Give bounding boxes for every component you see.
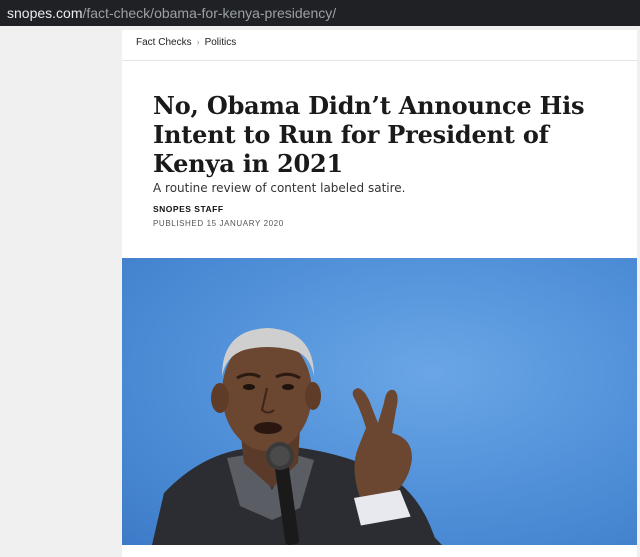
page-continuation (122, 545, 637, 557)
breadcrumb: Fact Checks › Politics (136, 37, 236, 48)
url-path: /fact-check/obama-for-kenya-presidency/ (82, 5, 337, 21)
raised-hand (352, 388, 412, 498)
breadcrumb-separator: › (196, 37, 200, 47)
mouth (254, 422, 282, 434)
page-title: No, Obama Didn’t Announce His Intent to … (153, 91, 585, 178)
url-host: snopes.com (7, 5, 83, 21)
article-subtitle: A routine review of content labeled sati… (153, 181, 406, 195)
breadcrumb-politics[interactable]: Politics (205, 37, 237, 48)
hero-image (122, 258, 637, 545)
right-eye (282, 384, 294, 390)
publish-date: PUBLISHED 15 JANUARY 2020 (153, 219, 284, 228)
header-divider (122, 60, 637, 61)
breadcrumb-fact-checks[interactable]: Fact Checks (136, 37, 192, 48)
hero-photo-illustration (152, 328, 442, 545)
left-ear (211, 383, 229, 413)
left-eye (243, 384, 255, 390)
right-ear (305, 382, 321, 410)
author-byline[interactable]: SNOPES STAFF (153, 204, 224, 214)
address-bar[interactable]: snopes.com/fact-check/obama-for-kenya-pr… (0, 0, 640, 26)
